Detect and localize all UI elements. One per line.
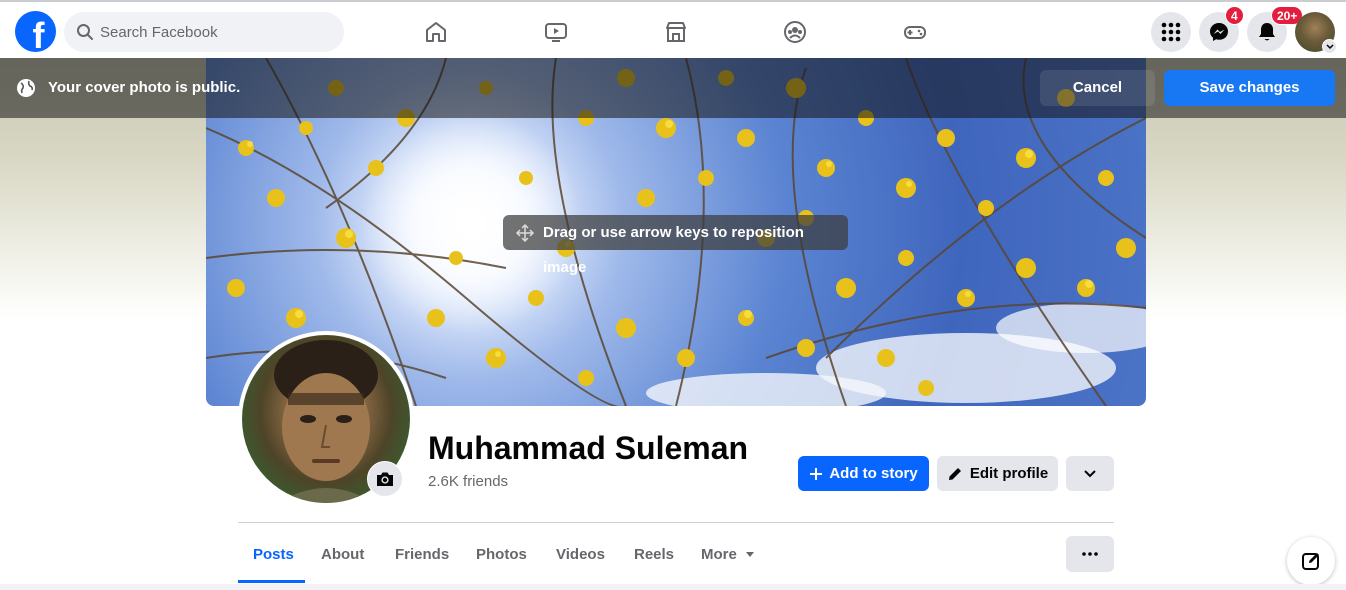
- tab-videos[interactable]: Videos: [556, 546, 605, 563]
- chevron-down-icon: [1322, 39, 1337, 54]
- marketplace-icon[interactable]: [660, 16, 692, 48]
- page-bottom-strip: [0, 584, 1346, 590]
- tab-more[interactable]: More: [701, 546, 755, 563]
- add-to-story-label: Add to story: [829, 465, 918, 482]
- home-icon[interactable]: [420, 16, 452, 48]
- messenger-button[interactable]: 4: [1199, 6, 1244, 52]
- tab-reels[interactable]: Reels: [634, 546, 674, 563]
- groups-icon[interactable]: [779, 16, 811, 48]
- active-tab-indicator: [238, 580, 305, 583]
- tab-friends[interactable]: Friends: [395, 546, 449, 563]
- tab-more-label: More: [701, 546, 737, 563]
- reposition-hint[interactable]: Drag or use arrow keys to reposition ima…: [503, 215, 848, 276]
- cancel-button[interactable]: Cancel: [1040, 70, 1155, 106]
- globe-icon: [17, 79, 35, 97]
- search-input[interactable]: [100, 12, 330, 52]
- profile-divider: [238, 522, 1114, 523]
- profile-options-dropdown[interactable]: [1066, 456, 1114, 491]
- banner-message: Your cover photo is public.: [48, 79, 241, 96]
- facebook-logo[interactable]: f: [15, 11, 56, 52]
- search-icon: [77, 24, 93, 40]
- top-navbar: f 4 20+: [0, 0, 1346, 58]
- tab-photos[interactable]: Photos: [476, 546, 527, 563]
- friends-count[interactable]: 2.6K friends: [428, 473, 508, 490]
- plus-icon: [810, 467, 823, 480]
- compose-icon: [1302, 553, 1319, 570]
- chevron-down-icon: [1084, 469, 1096, 477]
- new-message-button[interactable]: [1287, 537, 1335, 585]
- notifications-button[interactable]: 20+: [1247, 6, 1304, 52]
- caret-down-icon: [746, 552, 755, 557]
- messenger-badge: 4: [1225, 6, 1244, 25]
- change-profile-photo-button[interactable]: [367, 461, 403, 497]
- search-box[interactable]: [64, 12, 344, 52]
- edit-profile-label: Edit profile: [969, 465, 1049, 482]
- profile-name: Muhammad Suleman: [428, 430, 749, 466]
- tab-posts[interactable]: Posts: [253, 546, 294, 563]
- add-to-story-button[interactable]: Add to story: [798, 456, 929, 491]
- move-arrows-icon: [515, 223, 535, 243]
- logo-letter: f: [32, 15, 45, 52]
- tab-about[interactable]: About: [321, 546, 364, 563]
- menu-grid-button[interactable]: [1151, 12, 1191, 52]
- pencil-icon: [948, 467, 961, 480]
- messenger-icon: [1210, 23, 1228, 41]
- grid-icon: [1161, 22, 1181, 42]
- cover-privacy-banner: Your cover photo is public. Cancel Save …: [0, 58, 1346, 118]
- account-avatar[interactable]: [1295, 12, 1337, 54]
- video-icon[interactable]: [540, 16, 572, 48]
- camera-icon: [377, 472, 393, 486]
- more-options-button[interactable]: [1066, 536, 1114, 572]
- bell-icon: [1259, 23, 1275, 41]
- save-changes-button[interactable]: Save changes: [1164, 70, 1335, 106]
- edit-profile-button[interactable]: Edit profile: [937, 456, 1058, 491]
- gaming-icon[interactable]: [899, 16, 931, 48]
- ellipsis-icon: [1082, 552, 1098, 556]
- reposition-hint-text: Drag or use arrow keys to reposition ima…: [543, 224, 804, 276]
